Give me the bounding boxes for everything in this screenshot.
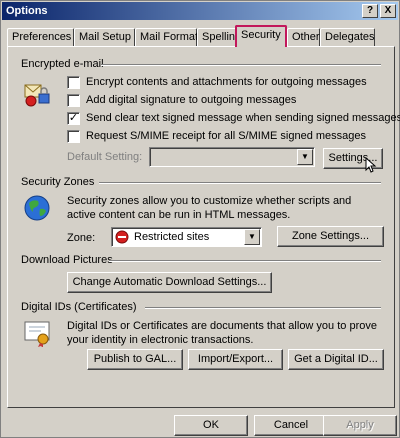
encrypt-label: Encrypt contents and attachments for out… — [86, 76, 367, 88]
download-pictures-heading: Download Pictures — [21, 254, 113, 266]
tab-strip: Preferences Mail Setup Mail Format Spell… — [7, 25, 395, 47]
tab-mail-format[interactable]: Mail Format — [135, 28, 198, 47]
zone-label: Zone: — [67, 232, 96, 244]
zone-settings-button[interactable]: Zone Settings... — [277, 226, 384, 247]
cancel-button[interactable]: Cancel — [254, 415, 328, 436]
tab-preferences[interactable]: Preferences — [7, 28, 74, 47]
title-bar: Options ? X — [2, 2, 398, 20]
sign-checkbox[interactable] — [67, 93, 80, 107]
certificate-icon — [24, 321, 50, 347]
default-setting-select: ▼ — [149, 147, 315, 167]
divider — [99, 182, 381, 184]
options-dialog: Options ? X Preferences Mail Setup Mail … — [0, 0, 400, 438]
apply-button[interactable]: Apply — [323, 415, 397, 436]
import-export-button[interactable]: Import/Export... — [188, 349, 283, 370]
divider — [109, 260, 381, 262]
digital-ids-description: Digital IDs or Certificates are document… — [67, 320, 377, 346]
zone-value: Restricted sites — [134, 231, 210, 243]
default-setting-label: Default Setting: — [67, 151, 143, 163]
tab-mail-setup[interactable]: Mail Setup — [74, 28, 135, 47]
zones-description: Security zones allow you to customize wh… — [67, 195, 352, 221]
chevron-down-icon[interactable]: ▼ — [244, 229, 260, 245]
zone-select[interactable]: Restricted sites ▼ — [111, 227, 262, 247]
publish-to-gal-button[interactable]: Publish to GAL... — [87, 349, 183, 370]
encrypt-checkbox[interactable] — [67, 75, 80, 89]
close-button[interactable]: X — [380, 4, 396, 18]
window-title: Options — [6, 5, 48, 17]
encrypt-option[interactable]: Encrypt contents and attachments for out… — [67, 75, 367, 89]
tab-security[interactable]: Security — [235, 25, 287, 47]
clear-text-label: Send clear text signed message when send… — [86, 112, 400, 124]
sign-option[interactable]: Add digital signature to outgoing messag… — [67, 93, 296, 107]
help-button[interactable]: ? — [362, 4, 378, 18]
sign-label: Add digital signature to outgoing messag… — [86, 94, 297, 106]
clear-text-checkbox[interactable]: ✓ — [67, 111, 80, 125]
get-digital-id-button[interactable]: Get a Digital ID... — [288, 349, 384, 370]
chevron-down-icon: ▼ — [297, 149, 313, 165]
security-zones-heading: Security Zones — [21, 176, 95, 188]
encrypted-email-heading: Encrypted e-mail — [21, 58, 104, 70]
globe-icon — [24, 195, 50, 221]
smime-label: Request S/MIME receipt for all S/MIME si… — [86, 130, 366, 142]
smime-checkbox[interactable] — [67, 129, 80, 143]
lock-envelope-icon — [24, 84, 50, 107]
divider — [101, 64, 381, 66]
clear-text-option[interactable]: ✓ Send clear text signed message when se… — [67, 111, 400, 125]
digital-ids-heading: Digital IDs (Certificates) — [21, 301, 137, 313]
divider — [145, 307, 381, 309]
change-download-settings-button[interactable]: Change Automatic Download Settings... — [67, 272, 272, 293]
smime-option[interactable]: Request S/MIME receipt for all S/MIME si… — [67, 129, 366, 143]
restricted-zone-icon — [115, 230, 129, 244]
cursor-icon — [365, 157, 377, 173]
ok-button[interactable]: OK — [174, 415, 248, 436]
tab-delegates[interactable]: Delegates — [320, 28, 375, 47]
tab-other[interactable]: Other — [287, 28, 320, 47]
tab-spelling[interactable]: Spelling — [197, 28, 241, 47]
